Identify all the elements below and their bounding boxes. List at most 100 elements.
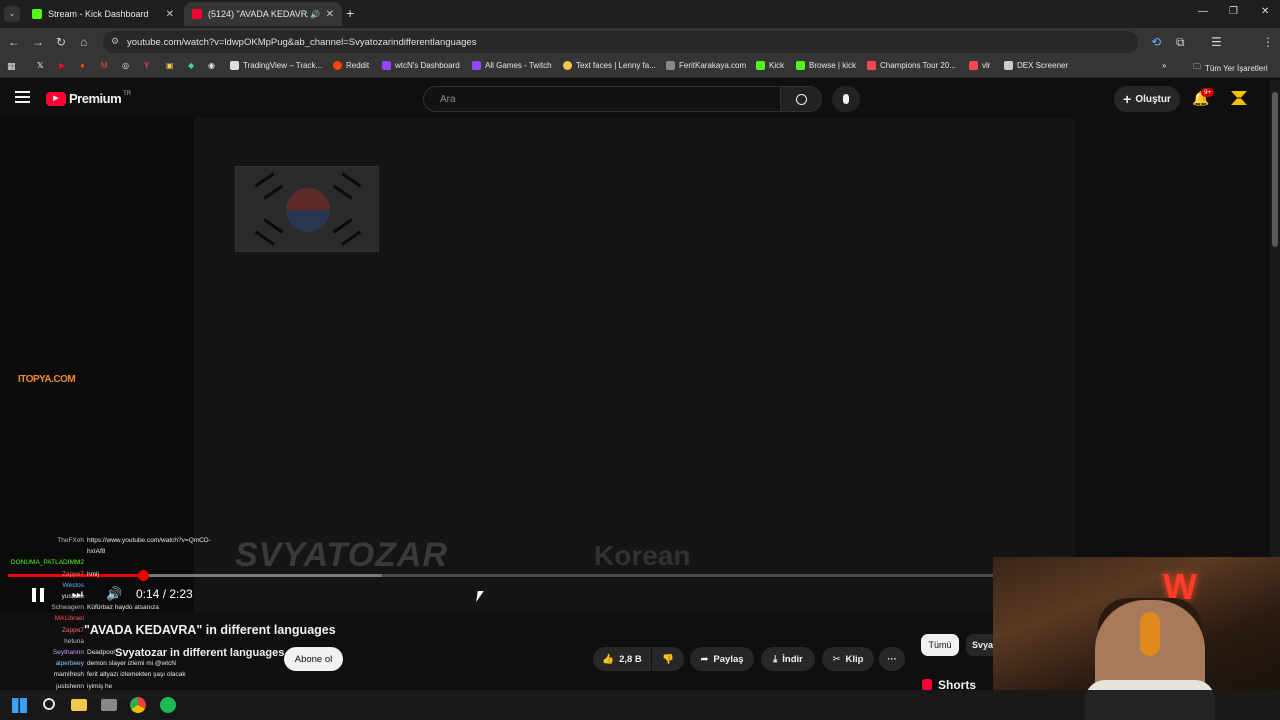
chat-username: Zappo7 <box>61 626 84 634</box>
bookmark-reddit[interactable]: Reddit <box>333 61 369 70</box>
android-bookmark-icon[interactable]: ◆ <box>188 61 194 70</box>
minimize-button[interactable]: — <box>1198 6 1208 17</box>
windows-start-icon[interactable] <box>12 698 27 713</box>
kick-icon <box>756 61 765 70</box>
chat-text: Deadpool <box>87 649 115 656</box>
reddit-bookmark-icon[interactable]: ● <box>80 61 85 70</box>
bookmark-text-faces[interactable]: Text faces | Lenny fa... <box>563 61 656 70</box>
download-button[interactable]: ⤓ İndir <box>761 647 815 671</box>
tab-title: (5124) "AVADA KEDAVRA" i <box>208 9 308 19</box>
trigram-mark <box>254 218 284 246</box>
taskbar-search-icon[interactable] <box>43 698 55 710</box>
smiley-icon <box>563 61 572 70</box>
address-bar[interactable]: ⚙ youtube.com/watch?v=ldwpOKMpPug&ab_cha… <box>103 31 1138 53</box>
search-input[interactable]: Ara <box>423 86 781 112</box>
more-actions-button[interactable]: ··· <box>879 647 905 671</box>
chrome-icon[interactable] <box>130 697 146 713</box>
close-icon[interactable]: ✕ <box>326 9 334 20</box>
bookmark-vlr[interactable]: vlr <box>969 61 990 70</box>
bookmark-icon[interactable]: ▣ <box>166 61 174 70</box>
more-bookmarks-button[interactable]: » <box>1162 61 1166 70</box>
chat-username: alperbeey <box>55 660 84 668</box>
new-tab-button[interactable]: + <box>346 5 354 21</box>
chat-text: demon slayer izlemi mi @wtcN <box>87 660 176 668</box>
browser-tab-strip: ⌄ Stream - Kick Dashboard ✕ (5124) "AVAD… <box>0 0 1280 28</box>
close-icon[interactable]: ✕ <box>166 9 174 20</box>
globe-bookmark-icon[interactable]: ◉ <box>208 61 215 70</box>
language-watermark: Korean <box>594 540 691 571</box>
file-explorer-icon[interactable] <box>71 699 87 711</box>
media-icon[interactable]: ☰ <box>1211 35 1222 49</box>
youtube-bookmark-icon[interactable]: ▶ <box>59 61 65 70</box>
thumbs-down-icon: 👎 <box>662 653 674 665</box>
speaker-icon[interactable]: 🔊 <box>310 10 320 19</box>
home-icon[interactable]: ⌂ <box>80 35 87 49</box>
create-button[interactable]: + Oluştur <box>1114 86 1180 112</box>
twitch-icon <box>382 61 391 70</box>
chat-message: TheFXoh https://www.youtube.com/watch?v=Q… <box>0 537 210 544</box>
bookmark-tradingview[interactable]: TradingView – Track... <box>230 61 322 70</box>
chat-message: Zappo7 hmlj <box>0 571 99 578</box>
channel-watermark: SVYATOZAR <box>235 536 449 574</box>
chat-message: DONUMA_PATLADIMM2 <box>0 559 87 566</box>
dislike-button[interactable]: 👎 <box>652 647 684 671</box>
tab-youtube-video[interactable]: (5124) "AVADA KEDAVRA" i 🔊 ✕ <box>184 2 342 26</box>
chat-username: justshenn <box>56 682 84 690</box>
bookmark-dex-screener[interactable]: DEX Screener <box>1004 61 1068 70</box>
valorant-icon <box>867 61 876 70</box>
notification-badge: 9+ <box>1201 88 1215 97</box>
chat-username: Zappo7 <box>61 570 84 578</box>
premium-label: Premium <box>69 91 122 106</box>
all-bookmarks-folder[interactable]: 🗀 Tüm Yer İşaretleri <box>1193 61 1268 75</box>
search-button[interactable] <box>780 86 822 112</box>
chat-message: Schwagern Küfürbaz haydo atsanıza <box>0 604 158 612</box>
share-button[interactable]: ➦ Paylaş <box>690 647 754 671</box>
close-window-button[interactable]: ✕ <box>1261 6 1269 17</box>
bookmark-kick[interactable]: Kick <box>756 61 784 70</box>
scrollbar-thumb[interactable] <box>1272 92 1278 247</box>
puzzle-icon[interactable]: ⧉ <box>1176 35 1185 50</box>
bookmark-twitch-games[interactable]: All Games - Twitch <box>472 61 552 70</box>
x-bookmark-icon[interactable]: 𝕏 <box>37 61 43 70</box>
yandex-bookmark-icon[interactable]: Y <box>144 61 149 70</box>
bookmark-browse-kick[interactable]: Browse | kick <box>796 61 856 70</box>
spotify-icon[interactable] <box>160 697 176 713</box>
reload-icon[interactable]: ↻ <box>56 35 66 49</box>
notifications-button[interactable]: 🔔 9+ <box>1192 88 1215 108</box>
tab-kick-dashboard[interactable]: Stream - Kick Dashboard ✕ <box>24 2 182 26</box>
trigram-mark <box>332 172 362 200</box>
back-icon[interactable]: ← <box>8 35 20 49</box>
restore-button[interactable]: ❐ <box>1229 6 1238 17</box>
forward-icon[interactable]: → <box>32 35 44 49</box>
chat-message: hetuna <box>0 638 87 645</box>
like-button[interactable]: 👍 2,8 B <box>593 647 651 671</box>
bookmark-wtcn-dashboard[interactable]: wtcN's Dashboard <box>382 61 460 70</box>
menu-icon[interactable]: ⋮ <box>1262 35 1274 49</box>
chrome-bookmark-icon[interactable]: ◎ <box>122 61 129 70</box>
site-info-icon[interactable]: ⚙ <box>111 36 119 47</box>
tab-search-button[interactable]: ⌄ <box>4 6 20 22</box>
voice-search-button[interactable] <box>832 86 860 112</box>
filter-chip-all[interactable]: Tümü <box>921 634 959 656</box>
bookmark-feritkarakaya[interactable]: FeritKarakaya.com <box>666 61 746 70</box>
chat-message: justshenn iyimiş he <box>0 683 112 690</box>
chat-username: Schwagern <box>51 604 84 612</box>
apps-icon[interactable]: ▦ <box>7 61 16 72</box>
clip-button[interactable]: ✂ Klip <box>822 647 874 671</box>
chat-text: iyimiş he <box>87 682 113 690</box>
filter-chip-channel[interactable]: Svya <box>966 634 996 656</box>
app-icon[interactable] <box>101 699 117 711</box>
hamburger-menu-icon[interactable] <box>15 91 30 103</box>
sponsor-logo: ITOPYA.COM <box>18 374 76 385</box>
chat-message: yusfalte <box>0 593 87 600</box>
chat-username: MALibrael <box>54 615 84 623</box>
extension-icon[interactable]: ⟲ <box>1151 35 1161 49</box>
gmail-bookmark-icon[interactable]: M <box>101 61 108 70</box>
subscribe-button[interactable]: Abone ol <box>284 647 343 671</box>
region-label: TR <box>123 90 132 97</box>
youtube-logo[interactable]: ▶ Premium TR <box>46 91 131 106</box>
twitch-icon <box>472 61 481 70</box>
bookmarks-bar: ▦ 𝕏 ▶ ● M ◎ Y ▣ ◆ ◉ TradingView – Track.… <box>0 56 1280 78</box>
bookmark-champions-tour[interactable]: Champions Tour 20... <box>867 61 956 70</box>
chat-message: hxIAf8 <box>0 548 105 555</box>
